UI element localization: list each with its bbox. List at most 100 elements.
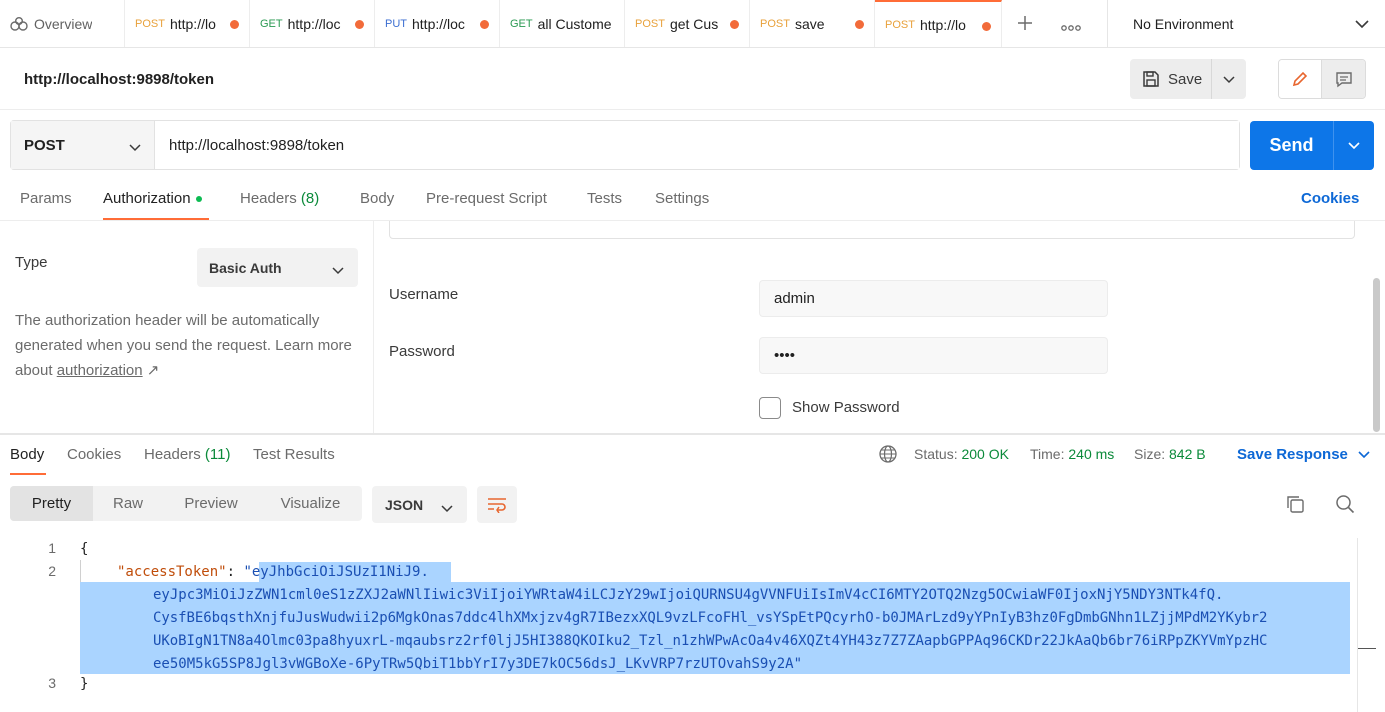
request-tab[interactable]: GET all Custome: [500, 0, 625, 47]
chevron-down-icon: [332, 262, 344, 278]
format-visualize[interactable]: Visualize: [259, 486, 362, 521]
new-tab-button[interactable]: [1002, 0, 1048, 47]
json-colon: :: [226, 564, 244, 580]
tab-headers[interactable]: Headers (8): [240, 190, 319, 207]
method-select[interactable]: POST: [11, 121, 155, 169]
environment-selector[interactable]: No Environment: [1107, 0, 1385, 47]
auth-type-panel: Type Basic Auth The authorization header…: [0, 221, 374, 433]
tab-method: GET: [510, 17, 533, 30]
type-label: Type: [15, 254, 48, 271]
tab-label: http://loc: [287, 15, 341, 32]
format-raw[interactable]: Raw: [93, 486, 163, 521]
comment-icon: [1335, 70, 1353, 88]
response-tab-cookies[interactable]: Cookies: [67, 446, 121, 463]
auth-type-select[interactable]: Basic Auth: [197, 248, 358, 287]
time-label: Time:: [1030, 446, 1065, 462]
unsaved-dot-icon: [730, 20, 739, 29]
tab-label: http://lo: [169, 15, 216, 32]
save-response-button[interactable]: Save Response: [1237, 446, 1370, 463]
request-tabs: Params Authorization Headers (8) Body Pr…: [0, 180, 1385, 221]
chevron-down-icon: [1223, 71, 1235, 87]
tab-prerequest-script[interactable]: Pre-request Script: [426, 190, 547, 207]
unsaved-dot-icon: [355, 20, 364, 29]
save-button[interactable]: Save: [1130, 59, 1212, 99]
edit-mode-button[interactable]: [1279, 60, 1322, 98]
json-key: "accessToken": [117, 564, 227, 580]
url-input[interactable]: [155, 121, 1239, 169]
size-label: Size:: [1134, 446, 1166, 462]
json-quote-open: ": [243, 564, 252, 580]
token-line: eyJhbGciOiJSUzI1NiJ9.: [251, 564, 429, 580]
save-options-button[interactable]: [1212, 71, 1246, 87]
password-input[interactable]: ••••: [759, 337, 1108, 374]
send-button[interactable]: Send: [1250, 121, 1334, 170]
headers-count: (8): [300, 190, 320, 207]
auth-description: The authorization header will be automat…: [15, 308, 360, 383]
show-password-checkbox[interactable]: [759, 397, 781, 419]
username-input[interactable]: admin: [759, 280, 1108, 317]
environment-label: No Environment: [1133, 15, 1234, 32]
tab-tests[interactable]: Tests: [587, 190, 622, 207]
request-tab[interactable]: POST http://lo: [125, 0, 250, 47]
language-select[interactable]: JSON: [372, 486, 467, 523]
external-link-icon: ↗: [146, 362, 160, 379]
editor-scrollbar[interactable]: [1357, 538, 1358, 712]
tab-method: POST: [760, 17, 790, 30]
format-preview[interactable]: Preview: [163, 486, 259, 521]
pane-splitter[interactable]: [0, 433, 1385, 435]
active-tab-indicator: [10, 473, 46, 475]
unsaved-dot-icon: [230, 20, 239, 29]
more-tabs-button[interactable]: [1048, 0, 1094, 47]
tab-settings[interactable]: Settings: [655, 190, 709, 207]
tab-params[interactable]: Params: [20, 190, 72, 207]
comments-button[interactable]: [1322, 60, 1365, 98]
chevron-down-icon: [129, 139, 141, 156]
wrap-lines-button[interactable]: [477, 486, 517, 523]
request-tab[interactable]: PUT http://loc: [375, 0, 500, 47]
chevron-down-icon: [1348, 141, 1360, 150]
unsaved-dot-icon: [855, 20, 864, 29]
send-options-button[interactable]: [1334, 121, 1374, 170]
copy-icon: [1285, 494, 1305, 514]
tab-method: POST: [135, 17, 165, 30]
response-time: Time: 240 ms: [1030, 446, 1114, 462]
save-icon: [1142, 70, 1168, 88]
method-value: POST: [24, 136, 65, 154]
globe-icon[interactable]: [878, 444, 898, 467]
copy-button[interactable]: [1283, 492, 1307, 516]
tab-body[interactable]: Body: [360, 190, 394, 207]
auth-scrollbar[interactable]: [1373, 278, 1380, 432]
response-tab-body[interactable]: Body: [10, 446, 44, 463]
pencil-icon: [1291, 70, 1309, 88]
tab-overview[interactable]: Overview: [0, 0, 125, 47]
request-tab-active[interactable]: POST http://lo: [875, 0, 1002, 47]
format-pretty[interactable]: Pretty: [10, 486, 93, 521]
tab-label: get Cus: [669, 15, 719, 32]
save-response-label: Save Response: [1237, 446, 1348, 463]
response-tab-test-results[interactable]: Test Results: [253, 446, 335, 463]
cookies-link[interactable]: Cookies: [1301, 190, 1359, 207]
token-line: UKoBIgN1TN8a4Olmc03pa8hyuxrL-mqaubsrz2rf…: [153, 633, 1268, 649]
url-bar: POST: [10, 120, 1240, 170]
view-mode-toggle: [1278, 59, 1366, 99]
request-tab[interactable]: GET http://loc: [250, 0, 375, 47]
response-headers-label: Headers: [144, 446, 201, 463]
auth-type-value: Basic Auth: [209, 259, 282, 276]
show-password-label[interactable]: Show Password: [792, 399, 900, 416]
response-tab-headers[interactable]: Headers (11): [144, 446, 230, 463]
save-button-label: Save: [1168, 70, 1203, 88]
language-value: JSON: [385, 496, 424, 513]
request-tab[interactable]: POST get Cus: [625, 0, 750, 47]
code-last-token-line: ee50M5kG5SP8Jgl3vWGBoXe-6PyTRw5QbiT1bbYr…: [153, 653, 802, 676]
response-format-tabs: Pretty Raw Preview Visualize: [10, 486, 362, 521]
search-button[interactable]: [1333, 492, 1357, 516]
search-icon: [1335, 494, 1355, 514]
chevron-down-icon: [1358, 446, 1370, 463]
auth-fields-panel: Username admin Password •••• Show Passwo…: [374, 221, 1385, 433]
request-tab[interactable]: POST save: [750, 0, 875, 47]
authorization-link[interactable]: authorization: [57, 362, 143, 379]
tab-authorization[interactable]: Authorization: [103, 190, 202, 207]
response-body-editor[interactable]: 1 2 3 { "accessToken": "eyJhbGciOiJSUzI1…: [0, 536, 1357, 712]
send-button-group: Send: [1250, 121, 1374, 170]
request-title[interactable]: http://localhost:9898/token: [24, 71, 214, 88]
